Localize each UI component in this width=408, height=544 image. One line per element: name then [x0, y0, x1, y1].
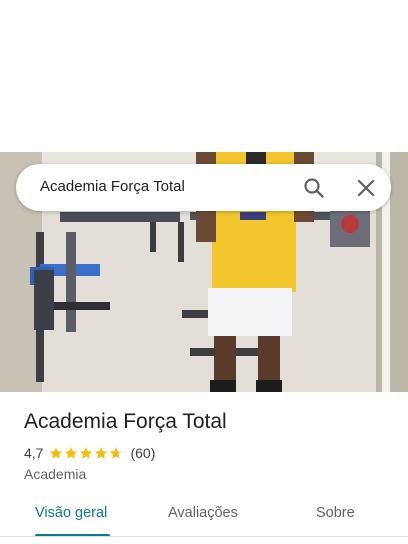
- tab-bar: Visão geral Avaliações Sobre: [0, 496, 408, 537]
- tab-reviews[interactable]: Avaliações: [168, 505, 238, 521]
- place-title: Academia Força Total: [24, 410, 227, 433]
- star-icon: [65, 447, 78, 459]
- tab-about[interactable]: Sobre: [316, 505, 355, 521]
- star-half-icon: [110, 447, 123, 459]
- tab-overview[interactable]: Visão geral: [35, 505, 107, 521]
- divider: [0, 536, 408, 537]
- rating-value: 4,7: [24, 445, 44, 461]
- star-icon: [80, 447, 93, 459]
- place-category[interactable]: Academia: [24, 466, 86, 482]
- close-icon[interactable]: [354, 176, 378, 200]
- review-count[interactable]: (60): [130, 445, 155, 461]
- star-icon: [50, 447, 63, 459]
- search-icon[interactable]: [302, 176, 326, 200]
- star-icon: [95, 447, 108, 459]
- search-bar[interactable]: Academia Força Total: [16, 164, 391, 211]
- rating-row[interactable]: 4,7 (60): [24, 445, 155, 461]
- search-input[interactable]: Academia Força Total: [40, 178, 185, 195]
- star-rating: [49, 446, 124, 460]
